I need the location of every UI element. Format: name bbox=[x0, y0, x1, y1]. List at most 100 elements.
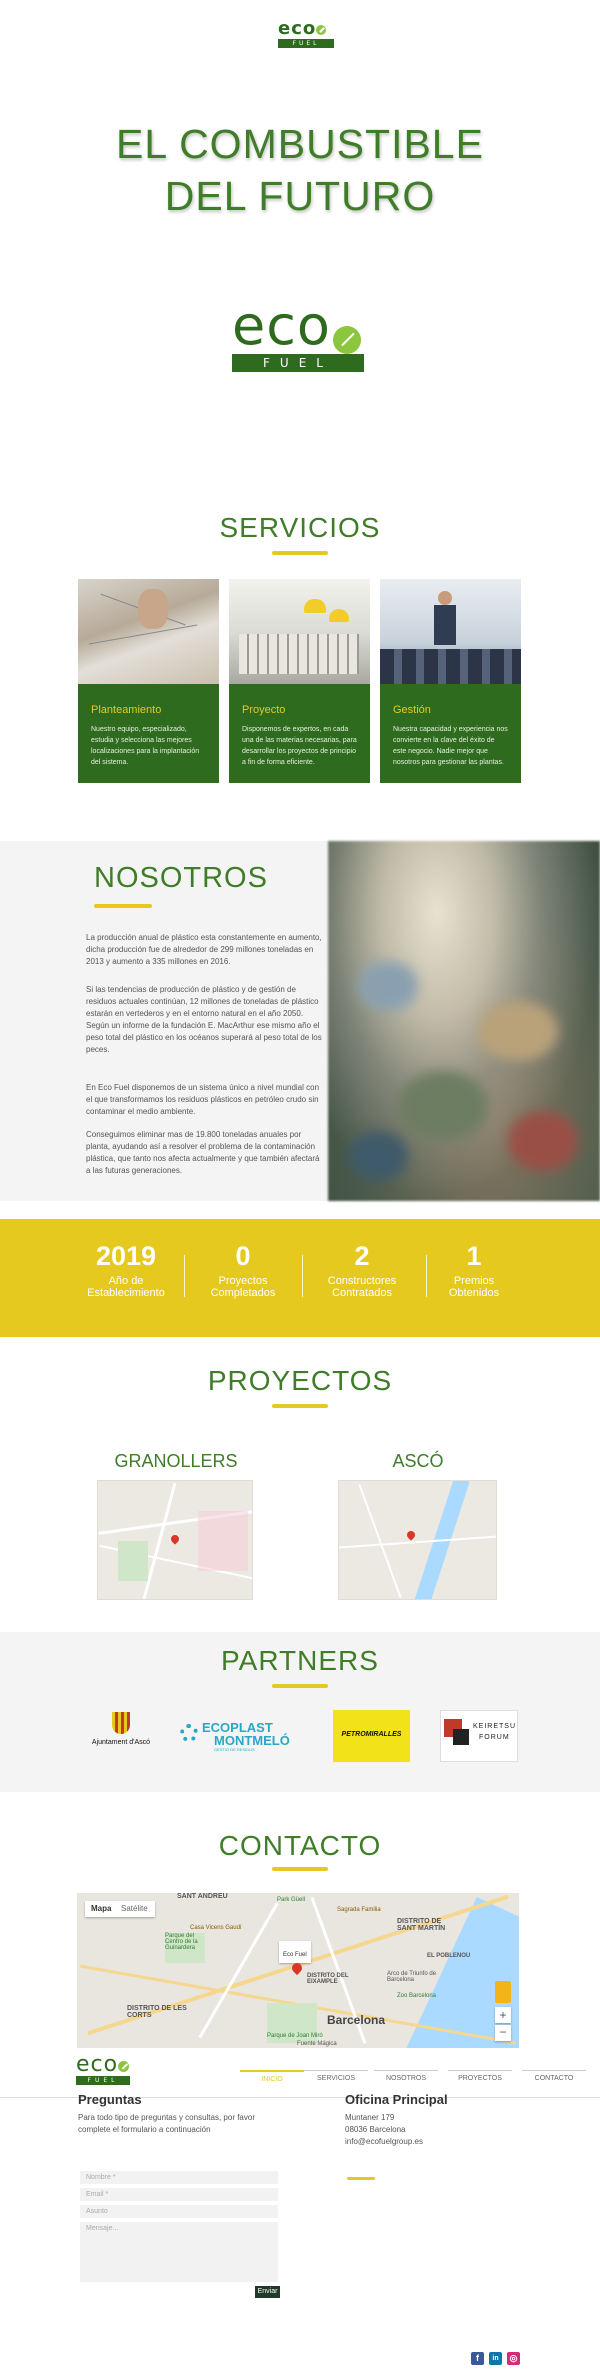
service-text: Disponemos de expertos, en cada una de l… bbox=[242, 726, 357, 766]
service-image-planteamiento bbox=[78, 579, 219, 684]
map-granollers[interactable] bbox=[97, 1480, 253, 1600]
stat-label: Obtenidos bbox=[448, 1287, 500, 1299]
stat-label: Contratados bbox=[332, 1287, 392, 1299]
hero-title-line2: DEL FUTURO bbox=[164, 173, 436, 219]
partners-title: PARTNERS bbox=[221, 1645, 379, 1676]
header-logo[interactable]: eco FUEL bbox=[76, 2054, 130, 2085]
logo-word: eco bbox=[232, 294, 331, 357]
map-label: Sagrada Familia bbox=[337, 1907, 381, 1913]
instagram-icon[interactable]: ◎ bbox=[507, 2352, 520, 2365]
stat-constructores: 2 Constructores Contratados bbox=[302, 1241, 422, 1299]
stat-number: 2 bbox=[354, 1241, 370, 1271]
map-label: DISTRITO DEL EIXAMPLE bbox=[307, 1973, 349, 1985]
service-title: Gestión bbox=[393, 704, 431, 716]
keiretsu-icon-square bbox=[453, 1729, 469, 1745]
map-label: DISTRITO DE SANT MARTÍN bbox=[397, 1918, 446, 1932]
send-button[interactable]: Enviar bbox=[255, 2286, 280, 2298]
partner-label: PETROMIRALLES bbox=[341, 1731, 402, 1738]
stat-label: Completados bbox=[210, 1287, 276, 1299]
proyectos-title-bar bbox=[272, 1404, 328, 1408]
preguntas-text: Para todo tipo de preguntas y consultas,… bbox=[78, 2113, 255, 2134]
top-logo[interactable]: eco FUEL bbox=[278, 20, 334, 48]
nosotros-title: NOSOTROS bbox=[94, 862, 268, 894]
stat-label: Premios bbox=[453, 1275, 495, 1287]
name-field[interactable]: Nombre * bbox=[80, 2171, 278, 2184]
logo-word: eco bbox=[278, 18, 317, 39]
partner-logo-keiretsu[interactable]: KEIRETSU FORUM bbox=[440, 1710, 518, 1762]
contact-map[interactable]: Mapa Satélite SANT ANDREU DISTRITO DE SA… bbox=[77, 1893, 519, 2048]
service-image-gestion bbox=[380, 579, 521, 684]
servicios-title-bar bbox=[272, 551, 328, 555]
proyectos-title: PROYECTOS bbox=[207, 1365, 393, 1396]
map-label: Barcelona bbox=[327, 2013, 386, 2027]
nosotros-paragraph-1: La producción anual de plástico esta con… bbox=[86, 933, 322, 966]
map-label: Fuente Mágica bbox=[297, 2041, 337, 2047]
contact-accent-bar bbox=[347, 2177, 375, 2180]
street-view-icon[interactable] bbox=[495, 1981, 511, 2003]
satellite-button[interactable]: Satélite bbox=[121, 1904, 148, 1913]
service-image-proyecto bbox=[229, 579, 370, 684]
location-pin-icon bbox=[405, 1529, 417, 1541]
map-label: Park Güell bbox=[277, 1897, 306, 1903]
nosotros-paragraph-4: Conseguimos eliminar mas de 19.800 tonel… bbox=[86, 1130, 320, 1175]
stat-number: 2019 bbox=[95, 1241, 157, 1271]
map-label: EL POBLENOU bbox=[427, 1953, 471, 1959]
logo-fuel-bar: FUEL bbox=[278, 39, 334, 48]
map-label: Casa Vicens Gaudí bbox=[190, 1925, 242, 1931]
hero-title: EL COMBUSTIBLE DEL FUTURO bbox=[0, 118, 600, 222]
subject-field[interactable]: Asunto bbox=[80, 2205, 278, 2218]
nosotros-paragraph-2: Si las tendencias de producción de plást… bbox=[86, 985, 322, 1054]
project-name-granollers: GRANOLLERS bbox=[114, 1451, 238, 1471]
address-line-2: 08036 Barcelona bbox=[345, 2125, 406, 2134]
address-line-1: Muntaner 179 bbox=[345, 2113, 395, 2122]
logo-fuel-bar: FUEL bbox=[76, 2076, 130, 2085]
nav-proyectos[interactable]: PROYECTOS bbox=[448, 2070, 512, 2082]
contacto-title-bar bbox=[272, 1867, 328, 1871]
nav-inicio[interactable]: INICIO bbox=[240, 2070, 304, 2083]
coat-of-arms-icon bbox=[112, 1712, 130, 1734]
map-button[interactable]: Mapa bbox=[91, 1904, 111, 1913]
sticky-header: eco FUEL INICIO SERVICIOS NOSOTROS PROYE… bbox=[0, 2048, 600, 2098]
hero-title-line1: EL COMBUSTIBLE bbox=[116, 121, 484, 167]
email-link[interactable]: info@ecofuelgroup.es bbox=[345, 2136, 423, 2148]
map-label: Parque del Centro de la Guinardera bbox=[165, 1933, 198, 1951]
email-field[interactable]: Email * bbox=[80, 2188, 278, 2201]
partner-logo-asco[interactable]: Ajuntament d'Ascó bbox=[84, 1712, 158, 1762]
map-label: Parque de Joan Miró bbox=[267, 2033, 323, 2039]
zoom-in-button[interactable]: + bbox=[495, 2007, 511, 2023]
nav-servicios[interactable]: SERVICIOS bbox=[304, 2070, 368, 2082]
stats-band: 2019 Año de Establecimiento 0 Proyectos … bbox=[0, 1219, 600, 1337]
stat-proyectos: 0 Proyectos Completados bbox=[183, 1241, 303, 1299]
stat-establecimiento: 2019 Año de Establecimiento bbox=[66, 1241, 186, 1299]
servicios-title: SERVICIOS bbox=[219, 512, 381, 543]
service-card-proyecto: Proyecto Disponemos de expertos, en cada… bbox=[229, 579, 370, 783]
nav-contacto[interactable]: CONTACTO bbox=[522, 2070, 586, 2082]
hero-logo: eco FUEL bbox=[232, 294, 364, 372]
partner-logo-ecoplast[interactable]: ECOPLAST MONTMELÓ GESTIÓ DE RESIDUS bbox=[180, 1718, 298, 1754]
stat-premios: 1 Premios Obtenidos bbox=[414, 1241, 534, 1299]
partners-title-bar bbox=[272, 1684, 328, 1688]
service-text: Nuestra capacidad y experiencia nos conv… bbox=[393, 726, 508, 766]
nav-nosotros[interactable]: NOSOTROS bbox=[374, 2070, 438, 2082]
map-info-bubble: Eco Fuel bbox=[279, 1941, 311, 1963]
facebook-icon[interactable]: f bbox=[471, 2352, 484, 2365]
map-label: Arco de Triunfo de Barcelona bbox=[387, 1971, 437, 1983]
contacto-title: CONTACTO bbox=[218, 1830, 382, 1861]
service-card-planteamiento: Planteamiento Nuestro equipo, especializ… bbox=[78, 579, 219, 783]
service-text: Nuestro equipo, especializado, estudia y… bbox=[91, 726, 200, 766]
leaf-icon bbox=[316, 24, 327, 35]
oficina-heading: Oficina Principal bbox=[345, 2092, 448, 2107]
partner-logo-petromiralles[interactable]: PETROMIRALLES bbox=[333, 1710, 410, 1762]
leaf-icon bbox=[332, 325, 361, 354]
zoom-out-button[interactable]: − bbox=[495, 2025, 511, 2041]
partner-label: MONTMELÓ bbox=[214, 1733, 290, 1748]
map-asco[interactable] bbox=[338, 1480, 497, 1600]
linkedin-icon[interactable]: in bbox=[489, 2352, 502, 2365]
message-field[interactable]: Mensaje... bbox=[80, 2222, 278, 2282]
partner-label: FORUM bbox=[479, 1734, 510, 1741]
map-label: Eco Fuel bbox=[283, 1952, 307, 1958]
nosotros-image bbox=[328, 841, 600, 1201]
partner-label: KEIRETSU bbox=[473, 1723, 517, 1730]
leaf-icon bbox=[118, 2061, 130, 2073]
stat-number: 1 bbox=[466, 1241, 482, 1271]
